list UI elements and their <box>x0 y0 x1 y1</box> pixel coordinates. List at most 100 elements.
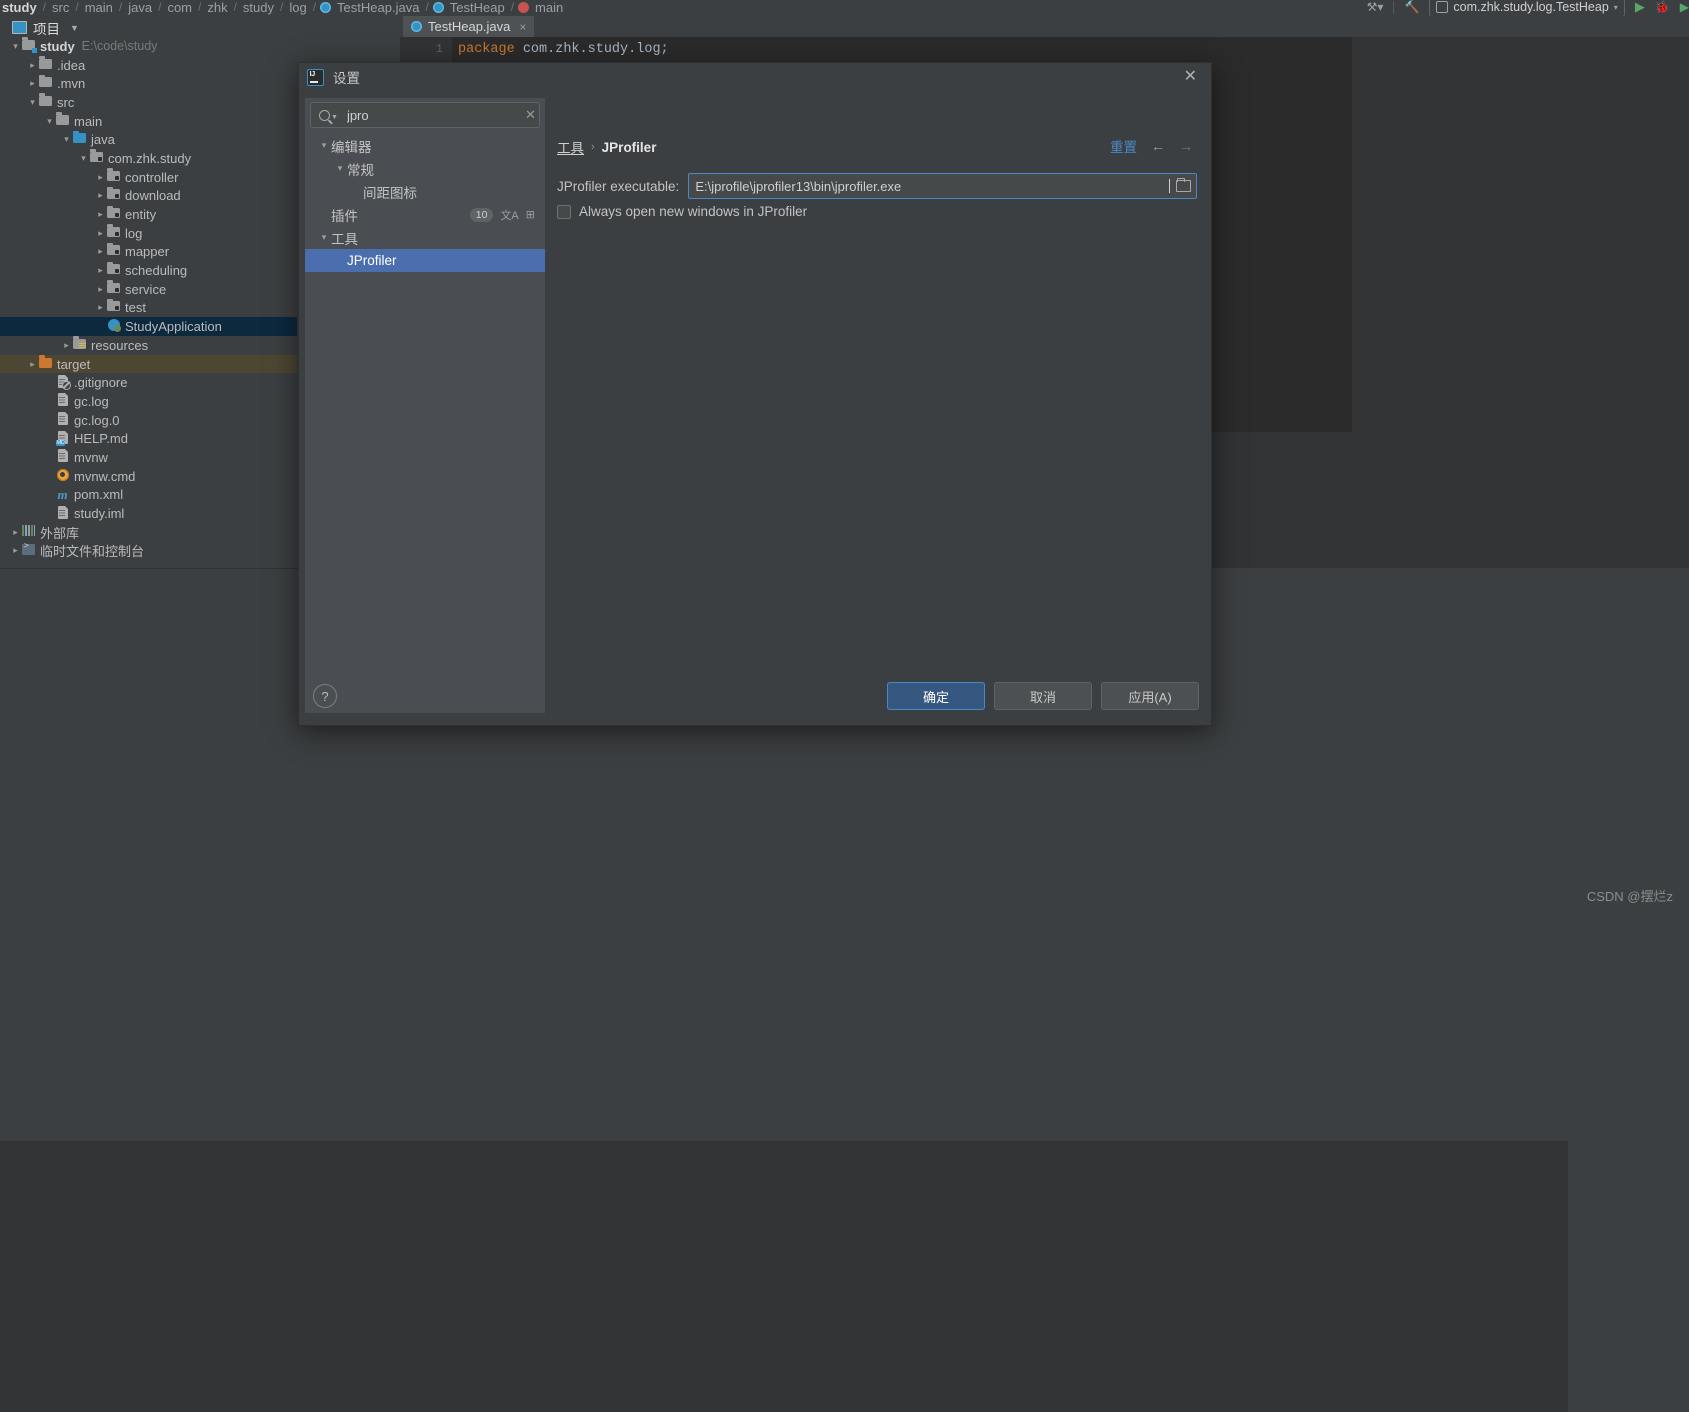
settings-tree-item-常规[interactable]: ▾ 常规 <box>305 157 545 180</box>
chevron-down-icon[interactable]: ▾ <box>78 153 89 164</box>
run-configuration-selector[interactable]: com.zhk.study.log.TestHeap ▾ <box>1429 0 1625 17</box>
jprofiler-executable-field[interactable] <box>688 173 1197 199</box>
tree-row-controller[interactable]: ▸ controller <box>0 168 297 187</box>
chevron-right-icon[interactable]: ▸ <box>10 527 21 538</box>
chevron-down-icon[interactable]: ▾ <box>61 134 72 145</box>
close-icon[interactable]: × <box>519 20 526 34</box>
chevron-right-icon[interactable]: ▸ <box>95 246 106 257</box>
chevron-down-icon[interactable]: ▼ <box>331 114 338 121</box>
chevron-right-icon[interactable]: ▸ <box>27 78 38 89</box>
chevron-down-icon[interactable]: ▼ <box>70 23 79 33</box>
always-open-new-windows-checkbox[interactable] <box>557 204 571 219</box>
breadcrumb-item-com[interactable]: com <box>165 0 194 15</box>
reset-link[interactable]: 重置 <box>1110 136 1137 156</box>
tree-row-gc-log-0[interactable]: ▸gc.log.0 <box>0 411 297 430</box>
breadcrumb-item-zhk[interactable]: zhk <box>205 0 229 15</box>
coverage-icon[interactable]: ▶ <box>1680 0 1689 14</box>
tree-row-mapper[interactable]: ▸ mapper <box>0 242 297 262</box>
tree-row-idea[interactable]: ▸ .idea <box>0 56 297 75</box>
grid-icon[interactable]: ⊞ <box>526 208 535 221</box>
chevron-down-icon[interactable]: ▾ <box>317 140 331 151</box>
chevron-right-icon[interactable]: ▸ <box>10 545 21 556</box>
chevron-down-icon[interactable]: ▾ <box>27 97 38 108</box>
tree-row-help-md[interactable]: ▸MDHELP.md <box>0 429 297 448</box>
editor-code[interactable]: package com.zhk.study.log; <box>458 42 669 57</box>
breadcrumb-item-study2[interactable]: study <box>241 0 276 15</box>
translate-icon[interactable]: 文A <box>500 207 518 223</box>
settings-tree-item-编辑器[interactable]: ▾ 编辑器 <box>305 134 545 157</box>
chevron-right-icon[interactable]: ▸ <box>95 265 106 276</box>
chevron-down-icon[interactable]: ▾ <box>10 41 21 52</box>
chevron-right-icon[interactable]: ▸ <box>27 359 38 370</box>
clear-search-icon[interactable]: ✕ <box>525 107 545 123</box>
jprofiler-executable-input[interactable] <box>689 177 1169 195</box>
apply-button[interactable]: 应用(A) <box>1101 682 1199 710</box>
settings-search-box[interactable]: ▼ ✕ <box>310 102 540 128</box>
breadcrumb-item-src[interactable]: src <box>50 0 71 15</box>
breadcrumb-item-testheap[interactable]: TestHeap <box>448 0 507 15</box>
hammer-icon[interactable]: ⚒▾ <box>1367 0 1384 14</box>
search-input[interactable] <box>337 106 525 124</box>
tree-row-test[interactable]: ▸ test <box>0 298 297 318</box>
chevron-right-icon[interactable]: ▸ <box>95 172 106 183</box>
build-icon[interactable]: 🔨 <box>1404 0 1419 14</box>
chevron-right-icon[interactable]: ▸ <box>95 302 106 313</box>
breadcrumb-parent[interactable]: 工具 <box>557 137 584 157</box>
always-open-new-windows-row[interactable]: Always open new windows in JProfiler <box>557 204 807 219</box>
project-title-group[interactable]: 项目 ▼ <box>0 18 79 38</box>
chevron-right-icon[interactable]: ▸ <box>95 209 106 220</box>
tree-row-pom-xml[interactable]: ▸mpom.xml <box>0 486 297 505</box>
settings-tree-item-JProfiler[interactable]: ▸JProfiler <box>305 249 545 272</box>
tree-row-studyapplication[interactable]: ▸StudyApplication <box>0 317 297 336</box>
project-tree[interactable]: ▾ study E:\code\study ▸ .idea ▸ .mvn ▾ src ▾ main ▾… <box>0 37 297 568</box>
chevron-down-icon[interactable]: ▾ <box>317 232 331 243</box>
breadcrumb-item-main[interactable]: main <box>83 0 115 15</box>
ok-button[interactable]: 确定 <box>887 682 985 710</box>
tree-row-study-iml[interactable]: ▸study.iml <box>0 504 297 523</box>
tree-row-resources[interactable]: ▸ resources <box>0 336 297 355</box>
nav-forward-icon[interactable]: → <box>1179 138 1193 154</box>
tree-row-com-zhk-study[interactable]: ▾ com.zhk.study <box>0 149 297 168</box>
breadcrumb-item-java[interactable]: java <box>126 0 154 15</box>
chevron-down-icon[interactable]: ▾ <box>333 163 347 174</box>
tree-row-gc-log[interactable]: ▸gc.log <box>0 392 297 411</box>
tree-row-[interactable]: ▸ 临时文件和控制台 <box>0 542 297 561</box>
chevron-down-icon[interactable]: ▾ <box>44 116 55 127</box>
settings-tree-item-间距图标[interactable]: ▸间距图标 <box>305 180 545 203</box>
tree-row-target[interactable]: ▸ target <box>0 354 297 374</box>
tree-row-download[interactable]: ▸ download <box>0 186 297 206</box>
chevron-right-icon[interactable]: ▸ <box>95 190 106 201</box>
settings-tree-item-插件[interactable]: ▸插件10文A⊞ <box>305 203 545 226</box>
tree-row-entity[interactable]: ▸ entity <box>0 205 297 224</box>
tree-row-scheduling[interactable]: ▸ scheduling <box>0 261 297 280</box>
settings-category-tree[interactable]: ▾编辑器▾常规▸间距图标▸插件10文A⊞▾工具▸JProfiler <box>305 134 545 272</box>
breadcrumb-item-main-method[interactable]: main <box>533 0 565 15</box>
tree-row-[interactable]: ▸ 外部库 <box>0 523 297 542</box>
tree-row-log[interactable]: ▸ log <box>0 224 297 243</box>
tree-row-mvnw[interactable]: ▸mvnw <box>0 448 297 467</box>
chevron-right-icon[interactable]: ▸ <box>27 60 38 71</box>
tree-row-main[interactable]: ▾ main <box>0 112 297 131</box>
run-icon[interactable]: ▶ <box>1635 0 1645 15</box>
tree-row-service[interactable]: ▸ service <box>0 280 297 299</box>
chevron-right-icon[interactable]: ▸ <box>95 284 106 295</box>
breadcrumb-item-log[interactable]: log <box>287 0 308 15</box>
breadcrumb-item-testheap-java[interactable]: TestHeap.java <box>335 0 421 15</box>
tree-row-java[interactable]: ▾ java <box>0 130 297 149</box>
help-button[interactable]: ? <box>313 684 337 708</box>
close-icon[interactable]: ✕ <box>1178 67 1203 87</box>
dialog-title-bar[interactable]: 设置 ✕ <box>299 63 1211 91</box>
tree-row-mvn[interactable]: ▸ .mvn <box>0 74 297 93</box>
tree-row-gitignore[interactable]: ▸.gitignore <box>0 373 297 392</box>
tree-row-mvnw-cmd[interactable]: ▸mvnw.cmd <box>0 467 297 486</box>
folder-browse-icon[interactable] <box>1170 178 1196 192</box>
chevron-right-icon[interactable]: ▸ <box>61 340 72 351</box>
chevron-right-icon[interactable]: ▸ <box>95 228 106 239</box>
tree-row-study[interactable]: ▾ study E:\code\study <box>0 37 297 56</box>
breadcrumb-item-study[interactable]: study <box>0 0 39 15</box>
cancel-button[interactable]: 取消 <box>994 682 1092 710</box>
editor-tab-testheap[interactable]: TestHeap.java × <box>403 16 535 39</box>
nav-back-icon[interactable]: ← <box>1151 138 1165 154</box>
debug-icon[interactable]: 🐞 <box>1655 0 1670 14</box>
settings-dialog[interactable]: 设置 ✕ ▼ ✕ ▾编辑器▾常规▸间距图标▸插件10文A⊞▾工具▸JProfil… <box>298 62 1212 726</box>
